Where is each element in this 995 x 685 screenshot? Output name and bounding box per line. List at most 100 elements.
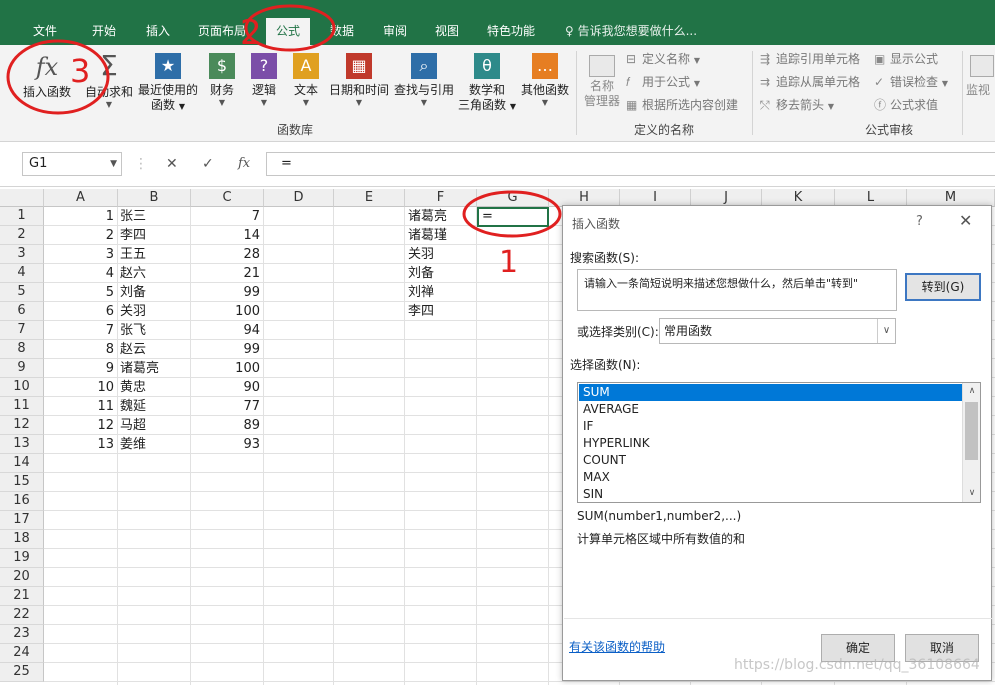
column-header-e[interactable]: E [334, 189, 405, 207]
cell-c[interactable]: 100 [191, 359, 264, 378]
row-header[interactable]: 13 [0, 435, 44, 454]
row-header[interactable]: 12 [0, 416, 44, 435]
row-header[interactable]: 3 [0, 245, 44, 264]
function-list[interactable]: SUM AVERAGE IF HYPERLINK COUNT MAX SIN ∧ ∨ [577, 382, 981, 503]
cell-b[interactable]: 黄忠 [120, 378, 190, 397]
cell-a[interactable]: 12 [44, 416, 118, 435]
cell-c[interactable]: 7 [191, 207, 264, 226]
row-header[interactable]: 24 [0, 644, 44, 663]
column-header-c[interactable]: C [191, 189, 264, 207]
cell-a[interactable]: 1 [44, 207, 118, 226]
column-header-d[interactable]: D [264, 189, 334, 207]
cancel-formula-icon[interactable]: ✕ [166, 152, 178, 176]
scroll-down-icon[interactable]: ∨ [963, 485, 980, 502]
cell-a[interactable]: 6 [44, 302, 118, 321]
cell-b[interactable]: 赵云 [120, 340, 190, 359]
row-header[interactable]: 19 [0, 549, 44, 568]
function-item-sin[interactable]: SIN [579, 486, 962, 502]
column-header-a[interactable]: A [44, 189, 118, 207]
cell-c[interactable]: 14 [191, 226, 264, 245]
row-header[interactable]: 15 [0, 473, 44, 492]
tab-review[interactable]: 审阅 [383, 18, 407, 45]
row-header[interactable]: 1 [0, 207, 44, 226]
category-select[interactable]: 常用函数 ∨ [659, 318, 896, 344]
function-search-input[interactable]: 请输入一条简短说明来描述您想做什么，然后单击"转到" [577, 269, 897, 311]
cell-c[interactable]: 94 [191, 321, 264, 340]
math-trig-button[interactable]: θ 数学和 三角函数 ▼ [458, 45, 516, 114]
tab-data[interactable]: 数据 [330, 18, 354, 45]
show-formulas-button[interactable]: ▣ 显示公式 [874, 51, 938, 67]
cell-b[interactable]: 张飞 [120, 321, 190, 340]
lookup-button[interactable]: ⌕ 查找与引用 ▼ [393, 45, 455, 107]
cell-a[interactable]: 11 [44, 397, 118, 416]
function-item-count[interactable]: COUNT [579, 452, 962, 469]
cell-b[interactable]: 魏延 [120, 397, 190, 416]
function-item-if[interactable]: IF [579, 418, 962, 435]
select-all-corner[interactable] [0, 189, 44, 207]
row-header[interactable]: 17 [0, 511, 44, 530]
trace-precedents-button[interactable]: ⇶ 追踪引用单元格 [760, 51, 860, 67]
column-header-g[interactable]: G [477, 189, 549, 207]
row-header[interactable]: 5 [0, 283, 44, 302]
use-in-formula-button[interactable]: 𝑓 用于公式 ▼ [626, 74, 700, 92]
datetime-button[interactable]: ▦ 日期和时间 ▼ [328, 45, 390, 107]
cell-a[interactable]: 5 [44, 283, 118, 302]
row-header[interactable]: 22 [0, 606, 44, 625]
financial-button[interactable]: $ 财务 ▼ [204, 45, 240, 107]
cell-c[interactable]: 100 [191, 302, 264, 321]
row-header[interactable]: 4 [0, 264, 44, 283]
cell-a[interactable]: 3 [44, 245, 118, 264]
cell-f[interactable]: 刘禅 [408, 283, 476, 302]
row-header[interactable]: 10 [0, 378, 44, 397]
cell-b[interactable]: 张三 [120, 207, 190, 226]
tab-file[interactable]: 文件 [33, 18, 57, 45]
cell-c[interactable]: 99 [191, 340, 264, 359]
cell-a[interactable]: 13 [44, 435, 118, 454]
text-button[interactable]: A 文本 ▼ [288, 45, 324, 107]
cell-a[interactable]: 10 [44, 378, 118, 397]
tab-insert[interactable]: 插入 [146, 18, 170, 45]
function-item-sum[interactable]: SUM [579, 384, 962, 401]
trace-dependents-button[interactable]: ⇉ 追踪从属单元格 [760, 74, 860, 90]
row-header[interactable]: 18 [0, 530, 44, 549]
cell-a[interactable]: 8 [44, 340, 118, 359]
cell-f[interactable]: 李四 [408, 302, 476, 321]
cell-a[interactable]: 9 [44, 359, 118, 378]
column-header-f[interactable]: F [405, 189, 477, 207]
cell-c[interactable]: 89 [191, 416, 264, 435]
close-icon[interactable]: ✕ [959, 211, 972, 230]
tab-formulas[interactable]: 公式 [266, 18, 311, 45]
row-header[interactable]: 6 [0, 302, 44, 321]
autosum-button[interactable]: Σ 自动求和 ▼ [82, 45, 136, 110]
tab-view[interactable]: 视图 [435, 18, 459, 45]
cell-b[interactable]: 姜维 [120, 435, 190, 454]
tab-page-layout[interactable]: 页面布局 [198, 18, 246, 45]
cell-b[interactable]: 关羽 [120, 302, 190, 321]
row-header[interactable]: 23 [0, 625, 44, 644]
row-header[interactable]: 9 [0, 359, 44, 378]
tab-features[interactable]: 特色功能 [487, 18, 535, 45]
row-header[interactable]: 7 [0, 321, 44, 340]
enter-formula-icon[interactable]: ✓ [202, 152, 214, 176]
cell-f[interactable]: 诸葛亮 [408, 207, 476, 226]
cell-c[interactable]: 28 [191, 245, 264, 264]
cell-c[interactable]: 90 [191, 378, 264, 397]
cell-a[interactable]: 2 [44, 226, 118, 245]
cell-b[interactable]: 赵六 [120, 264, 190, 283]
cell-c[interactable]: 93 [191, 435, 264, 454]
column-header-b[interactable]: B [118, 189, 191, 207]
cell-b[interactable]: 诸葛亮 [120, 359, 190, 378]
evaluate-formula-button[interactable]: ⓕ 公式求值 [874, 97, 938, 113]
row-header[interactable]: 2 [0, 226, 44, 245]
insert-function-button[interactable]: fx 插入函数 [20, 45, 74, 100]
name-box[interactable]: G1 ▼ [22, 152, 122, 176]
cell-a[interactable]: 7 [44, 321, 118, 340]
help-icon[interactable]: ? [916, 214, 923, 229]
formula-input[interactable]: = [266, 152, 995, 176]
tab-home[interactable]: 开始 [92, 18, 116, 45]
cell-f[interactable]: 刘备 [408, 264, 476, 283]
name-manager-button[interactable]: 名称 管理器 [580, 45, 624, 109]
row-header[interactable]: 8 [0, 340, 44, 359]
cell-b[interactable]: 王五 [120, 245, 190, 264]
function-item-max[interactable]: MAX [579, 469, 962, 486]
